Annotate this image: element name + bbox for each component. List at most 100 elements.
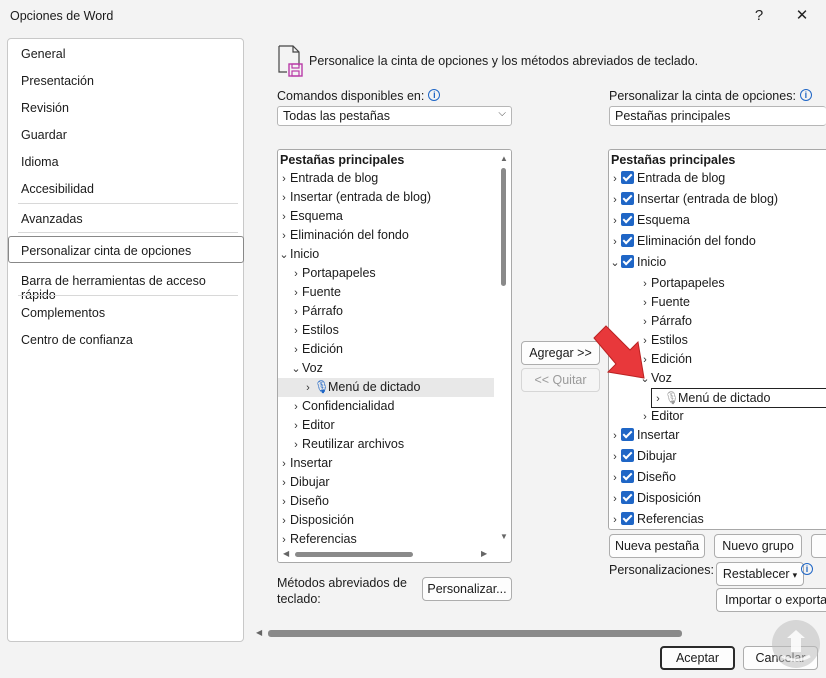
tree-item[interactable]: › Entrada de blog (609, 169, 725, 188)
chevron-right-icon[interactable]: › (290, 303, 302, 322)
tree-item[interactable]: › Disposición (278, 511, 354, 530)
close-button[interactable]: ✕ (791, 6, 813, 26)
scrollbar-thumb[interactable] (295, 552, 413, 557)
sidebar-item-complementos[interactable]: Complementos (21, 306, 105, 320)
sidebar-item-revision[interactable]: Revisión (21, 101, 69, 115)
sidebar-item-general[interactable]: General (21, 47, 65, 61)
tree-item[interactable]: › Fuente (290, 283, 341, 302)
chevron-right-icon[interactable]: › (609, 191, 621, 210)
tree-item[interactable]: › Insertar (609, 426, 679, 445)
tree-item[interactable]: ⌄Inicio (609, 253, 666, 272)
sidebar-item-barra-acceso-rapido[interactable]: Barra de herramientas de acceso rápido (21, 274, 243, 302)
chevron-right-icon[interactable]: › (290, 341, 302, 360)
scroll-down-icon[interactable]: ▼ (500, 532, 508, 542)
chevron-right-icon[interactable]: › (609, 233, 621, 252)
tree-item[interactable]: › Fuente (639, 293, 690, 312)
new-tab-button[interactable]: Nueva pestaña (609, 534, 705, 558)
chevron-right-icon[interactable]: › (290, 436, 302, 455)
chevron-right-icon[interactable]: › (290, 265, 302, 284)
sidebar-item-centro-confianza[interactable]: Centro de confianza (21, 333, 133, 347)
chevron-right-icon[interactable]: › (609, 469, 621, 488)
chevron-right-icon[interactable]: › (609, 170, 621, 189)
tree-item[interactable]: ⌄Inicio (278, 245, 319, 264)
chevron-right-icon[interactable]: › (278, 227, 290, 246)
customize-shortcuts-button[interactable]: Personalizar... (422, 577, 512, 601)
sidebar-item-avanzadas[interactable]: Avanzadas (21, 212, 83, 226)
sidebar-item-idioma[interactable]: Idioma (21, 155, 59, 169)
sidebar-item-presentacion[interactable]: Presentación (21, 74, 94, 88)
rename-button[interactable] (811, 534, 826, 558)
tree-item[interactable]: ⌄Voz (290, 359, 322, 378)
checkbox-checked[interactable] (621, 255, 634, 268)
chevron-down-icon[interactable]: ⌄ (609, 254, 621, 273)
dialog-horizontal-scrollbar[interactable]: ◀ (252, 625, 826, 641)
chevron-right-icon[interactable]: › (609, 490, 621, 509)
chevron-right-icon[interactable]: › (290, 284, 302, 303)
chevron-right-icon[interactable]: › (609, 511, 621, 529)
horizontal-scrollbar[interactable]: ◀ ▶ (278, 547, 496, 562)
sidebar-item-guardar[interactable]: Guardar (21, 128, 67, 142)
checkbox-checked[interactable] (621, 449, 634, 462)
checkbox-checked[interactable] (621, 428, 634, 441)
scroll-right-icon[interactable]: ▶ (481, 549, 487, 559)
scroll-left-icon[interactable]: ◀ (256, 628, 262, 638)
scrollbar-thumb[interactable] (268, 630, 682, 637)
scrollbar-thumb[interactable] (501, 168, 506, 286)
checkbox-checked[interactable] (621, 192, 634, 205)
tree-item[interactable]: › Estilos (290, 321, 339, 340)
vertical-scrollbar[interactable]: ▲ ▼ (496, 150, 511, 548)
chevron-right-icon[interactable]: › (652, 390, 664, 408)
tree-item[interactable]: › Portapapeles (639, 274, 725, 293)
new-group-button[interactable]: Nuevo grupo (714, 534, 802, 558)
chevron-down-icon[interactable]: ⌄ (278, 246, 290, 265)
help-button[interactable]: ? (748, 6, 770, 26)
tree-item[interactable]: › Eliminación del fondo (278, 226, 409, 245)
tree-item[interactable]: › Esquema (609, 211, 690, 230)
chevron-right-icon[interactable]: › (609, 427, 621, 446)
chevron-right-icon[interactable]: › (278, 455, 290, 474)
chevron-right-icon[interactable]: › (639, 294, 651, 313)
scroll-left-icon[interactable]: ◀ (283, 549, 289, 559)
info-icon[interactable]: i (428, 89, 441, 101)
tree-item[interactable]: › Editor (639, 407, 684, 426)
chevron-right-icon[interactable]: › (278, 208, 290, 227)
tree-item[interactable]: › Disposición (609, 489, 701, 508)
tree-item[interactable]: › Insertar (278, 454, 332, 473)
tree-item[interactable]: › Eliminación del fondo (609, 232, 756, 251)
sidebar-item-personalizar-cinta[interactable]: Personalizar cinta de opciones (21, 244, 191, 258)
ok-button[interactable]: Aceptar (660, 646, 735, 670)
info-icon[interactable]: i (801, 563, 813, 575)
checkbox-checked[interactable] (621, 234, 634, 247)
tree-item-selected[interactable]: › 🎙Menú de dictado (651, 388, 826, 408)
tree-item[interactable]: › Editor (290, 416, 335, 435)
info-icon[interactable]: i (799, 89, 812, 101)
chevron-right-icon[interactable]: › (278, 170, 290, 189)
commands-dropdown[interactable]: Todas las pestañas ⌵ (277, 106, 512, 126)
checkbox-checked[interactable] (621, 470, 634, 483)
tree-item[interactable]: › Dibujar (278, 473, 329, 493)
tree-item-selected[interactable]: › 🎙Menú de dictado (278, 378, 494, 397)
tree-item[interactable]: › Edición (290, 340, 343, 359)
tree-item[interactable]: › Insertar (entrada de blog) (609, 190, 778, 209)
chevron-right-icon[interactable]: › (290, 398, 302, 417)
chevron-right-icon[interactable]: › (278, 474, 290, 493)
checkbox-checked[interactable] (621, 171, 634, 184)
chevron-right-icon[interactable]: › (290, 322, 302, 341)
checkbox-checked[interactable] (621, 512, 634, 525)
chevron-right-icon[interactable]: › (609, 212, 621, 231)
tree-item[interactable]: › Referencias (609, 510, 704, 529)
tree-item[interactable]: › Dibujar (609, 447, 677, 466)
available-commands-tree[interactable]: Pestañas principales › Entrada de blog › I… (277, 149, 512, 563)
tree-item[interactable]: › Entrada de blog (278, 169, 378, 188)
import-export-button[interactable]: Importar o exportar (716, 588, 826, 612)
checkbox-checked[interactable] (621, 213, 634, 226)
chevron-right-icon[interactable]: › (290, 417, 302, 436)
sidebar-item-accesibilidad[interactable]: Accesibilidad (21, 182, 94, 196)
chevron-right-icon[interactable]: › (302, 379, 314, 398)
chevron-right-icon[interactable]: › (639, 275, 651, 294)
tree-item[interactable]: › Confidencialidad (290, 397, 394, 416)
tree-item[interactable]: › Esquema (278, 207, 343, 226)
tree-item[interactable]: › Diseño (278, 492, 329, 511)
tree-item[interactable]: › Diseño (609, 468, 676, 487)
chevron-right-icon[interactable]: › (609, 448, 621, 467)
